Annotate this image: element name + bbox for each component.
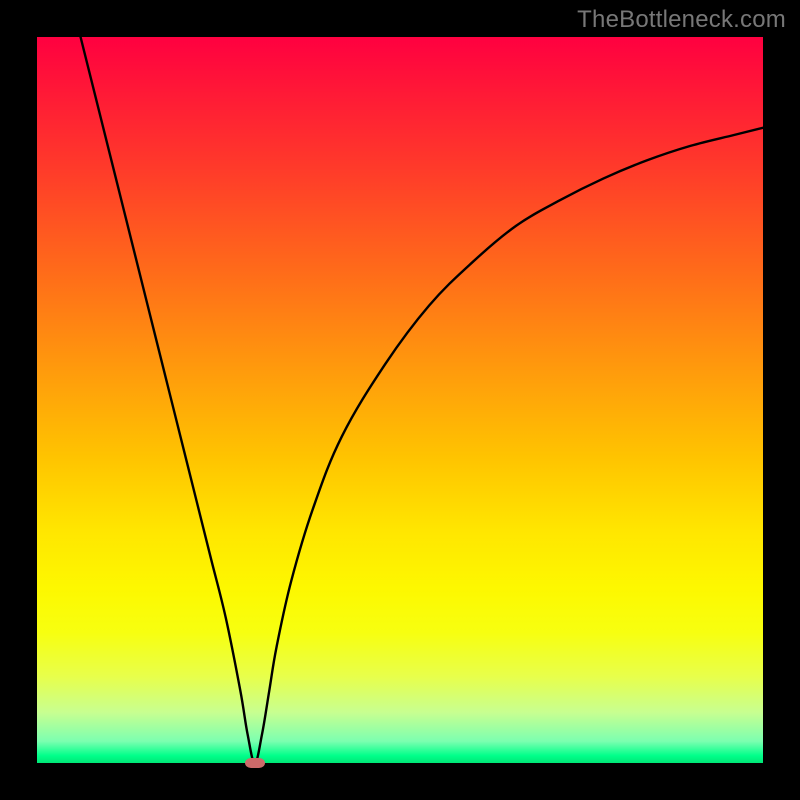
chart-frame: TheBottleneck.com <box>0 0 800 800</box>
optimum-marker <box>245 758 265 768</box>
curve-path <box>81 37 763 763</box>
plot-area <box>37 37 763 763</box>
bottleneck-curve <box>37 37 763 763</box>
watermark-text: TheBottleneck.com <box>577 6 786 34</box>
